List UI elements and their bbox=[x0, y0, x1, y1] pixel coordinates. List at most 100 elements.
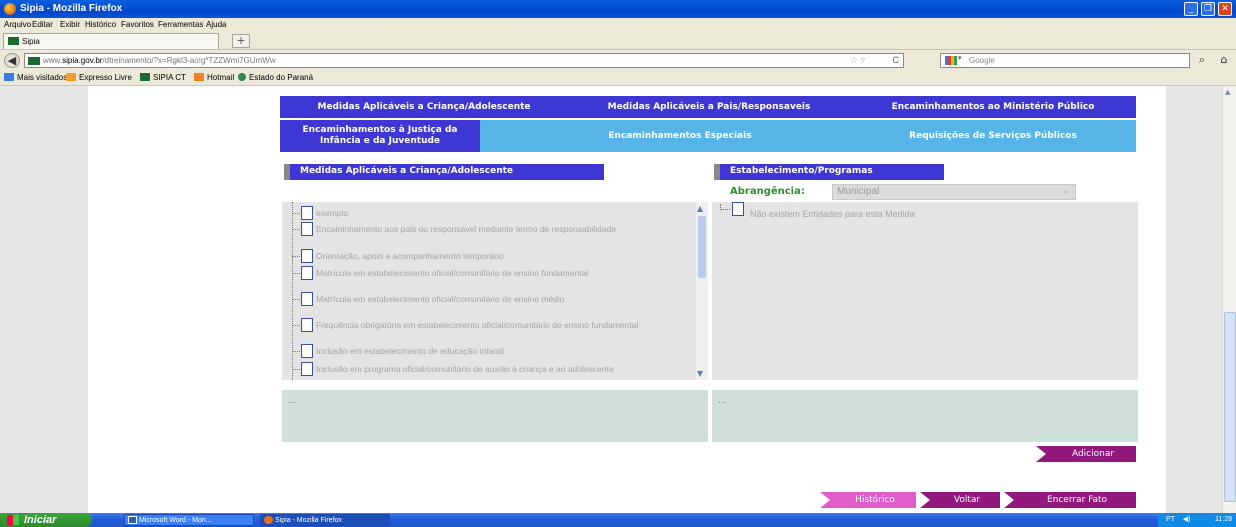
list-item-label: exemplo bbox=[316, 208, 349, 218]
list-item-label: Encaminhamento aos pais ou responsável m… bbox=[316, 224, 617, 234]
back-button[interactable]: ◀ bbox=[4, 53, 20, 68]
tree-branch bbox=[292, 256, 300, 257]
bookmark-folder-icon bbox=[4, 73, 14, 81]
new-tab-button[interactable]: + bbox=[232, 34, 250, 48]
menu-favoritos[interactable]: Favoritos bbox=[121, 20, 154, 29]
right-panel-header: Estabelecimento/Programas bbox=[714, 164, 944, 180]
taskbar-item-label: Sipia - Mozilla Firefox bbox=[275, 517, 342, 524]
firefox-icon bbox=[264, 516, 273, 524]
tree-branch bbox=[292, 273, 300, 274]
scroll-up-icon[interactable]: ▲ bbox=[1225, 88, 1230, 96]
adicionar-label: Adicionar bbox=[1071, 449, 1115, 459]
document-icon bbox=[301, 292, 313, 306]
chevron-down-icon: ⌄ bbox=[1062, 186, 1069, 195]
nav-encaminhamentos-mp[interactable]: Encaminhamentos ao Ministério Público bbox=[850, 96, 1136, 118]
left-margin bbox=[0, 86, 88, 513]
nav-encaminhamentos-justica[interactable]: Encaminhamentos à Justiça da Infância e … bbox=[280, 120, 480, 152]
tree-branch bbox=[292, 299, 300, 300]
bookmark-sipia-ct[interactable]: SIPIA CT bbox=[140, 73, 186, 82]
bookmark-label: Mais visitados bbox=[17, 73, 68, 82]
scroll-down-icon[interactable]: ▼ bbox=[697, 369, 703, 378]
maximize-button[interactable]: ❐ bbox=[1201, 2, 1215, 16]
tab-label: Sipia bbox=[22, 37, 40, 46]
bookmark-label: Estado do Paraná bbox=[249, 73, 314, 82]
expresso-icon bbox=[66, 73, 76, 81]
menu-exibir[interactable]: Exibir bbox=[60, 20, 80, 29]
close-button[interactable]: ✕ bbox=[1218, 2, 1232, 16]
firefox-icon bbox=[4, 3, 16, 15]
bookmark-label: Hotmail bbox=[207, 73, 235, 82]
language-indicator[interactable]: PT bbox=[1166, 516, 1175, 523]
tree-branch bbox=[292, 229, 300, 230]
start-button[interactable]: Iniciar bbox=[0, 513, 92, 527]
bookmark-label: SIPIA CT bbox=[153, 73, 186, 82]
abrangencia-label: Abrangência: bbox=[730, 186, 805, 197]
window-title: Sipia - Mozilla Firefox bbox=[20, 3, 123, 14]
left-panel-header: Medidas Aplicáveis a Criança/Adolescente bbox=[284, 164, 604, 180]
speaker-icon[interactable]: ◀) bbox=[1183, 516, 1191, 523]
search-engine-dropdown-icon[interactable]: ▾ bbox=[958, 54, 962, 62]
list-item-label: Inclusão em programa oficial/comunitário… bbox=[316, 364, 614, 374]
scroll-up-icon[interactable]: ▲ bbox=[697, 204, 703, 213]
encerrar-fato-button[interactable]: Encerrar Fato bbox=[1004, 492, 1136, 508]
menu-ajuda[interactable]: Ajuda bbox=[206, 20, 226, 29]
sipia-favicon-icon bbox=[8, 37, 19, 45]
tab-sipia[interactable]: Sipia bbox=[3, 33, 219, 49]
bookmark-star-icon[interactable]: ☆ ▿ bbox=[850, 55, 865, 66]
bookmarks-toolbar: Mais visitados Expresso Livre SIPIA CT H… bbox=[0, 70, 1236, 86]
nav-medidas-crianca[interactable]: Medidas Aplicáveis a Criança/Adolescente bbox=[280, 96, 568, 118]
url-bar[interactable]: www.sipia.gov.br/dtreinamento/?x=Rgkl3-a… bbox=[24, 53, 904, 68]
document-icon bbox=[301, 249, 313, 263]
taskbar-item-word[interactable]: Microsoft Word - Mon... bbox=[124, 514, 254, 526]
right-detail-box: ... bbox=[712, 390, 1138, 442]
nav-encaminhamentos-especiais[interactable]: Encaminhamentos Especiais bbox=[540, 120, 820, 152]
bookmark-hotmail[interactable]: Hotmail bbox=[194, 73, 234, 82]
nav-medidas-pais[interactable]: Medidas Aplicáveis a Pais/Responsaveis bbox=[570, 96, 848, 118]
reload-icon[interactable]: C bbox=[893, 55, 900, 65]
document-icon bbox=[301, 206, 313, 220]
site-identity-icon[interactable] bbox=[28, 57, 40, 65]
list-item-label: Inclusão em estabelecimento de educação … bbox=[316, 346, 505, 356]
taskbar-item-firefox[interactable]: Sipia - Mozilla Firefox bbox=[260, 514, 390, 526]
list-scrollbar-thumb[interactable] bbox=[698, 216, 706, 278]
menu-historico[interactable]: Histórico bbox=[85, 20, 116, 29]
home-icon[interactable]: ⌂ bbox=[1216, 53, 1232, 68]
abrangencia-select[interactable]: Municipal ⌄ bbox=[832, 184, 1076, 200]
menu-ferramentas[interactable]: Ferramentas bbox=[158, 20, 203, 29]
page-content: ▲ Medidas Aplicáveis a Criança/Adolescen… bbox=[0, 86, 1236, 513]
document-icon bbox=[301, 318, 313, 332]
page-scrollbar-thumb[interactable] bbox=[1224, 312, 1236, 502]
left-detail-box: ... bbox=[282, 390, 708, 442]
menu-editar[interactable]: Editar bbox=[32, 20, 53, 29]
bookmark-expresso-livre[interactable]: Expresso Livre bbox=[66, 73, 132, 82]
bookmark-label: Expresso Livre bbox=[79, 73, 132, 82]
list-item-label: Frequência obrigatória em estabeleciment… bbox=[316, 320, 639, 330]
windows-taskbar: Iniciar Microsoft Word - Mon... Sipia - … bbox=[0, 513, 1236, 527]
list-item-label: Matrícula em estabelecimento oficial/com… bbox=[316, 294, 565, 304]
search-bar[interactable]: ▾ Google bbox=[940, 53, 1190, 68]
entidades-list[interactable]: Não existem Entidades para esta Medida bbox=[712, 202, 1138, 380]
bookmark-estado-parana[interactable]: Estado do Paraná bbox=[238, 73, 313, 82]
bookmark-mais-visitados[interactable]: Mais visitados bbox=[4, 73, 67, 82]
nav-requisicoes-servicos[interactable]: Requisições de Serviços Públicos bbox=[850, 120, 1136, 152]
adicionar-button[interactable]: Adicionar bbox=[1036, 446, 1136, 462]
url-host: sipia.gov.br bbox=[62, 56, 103, 65]
page-scrollbar[interactable]: ▲ bbox=[1222, 86, 1236, 513]
windows-flag-icon bbox=[7, 515, 19, 525]
hotmail-icon bbox=[194, 73, 204, 81]
google-icon bbox=[945, 56, 957, 65]
historico-label: Histórico bbox=[855, 495, 895, 505]
document-icon bbox=[732, 202, 744, 216]
search-icon[interactable]: ⌕ bbox=[1194, 53, 1210, 68]
medidas-list[interactable]: exemplo Encaminhamento aos pais ou respo… bbox=[282, 202, 708, 380]
minimize-button[interactable]: _ bbox=[1184, 2, 1198, 16]
tree-branch bbox=[292, 213, 300, 214]
document-icon bbox=[301, 362, 313, 376]
nav-row-2: Encaminhamentos à Justiça da Infância e … bbox=[280, 120, 1136, 152]
historico-button[interactable]: Histórico bbox=[820, 492, 916, 508]
search-placeholder: Google bbox=[969, 56, 995, 65]
voltar-button[interactable]: Voltar bbox=[920, 492, 1000, 508]
menu-arquivo[interactable]: Arquivo bbox=[4, 20, 31, 29]
document-icon bbox=[301, 266, 313, 280]
list-scrollbar[interactable]: ▲ ▼ bbox=[696, 202, 708, 380]
